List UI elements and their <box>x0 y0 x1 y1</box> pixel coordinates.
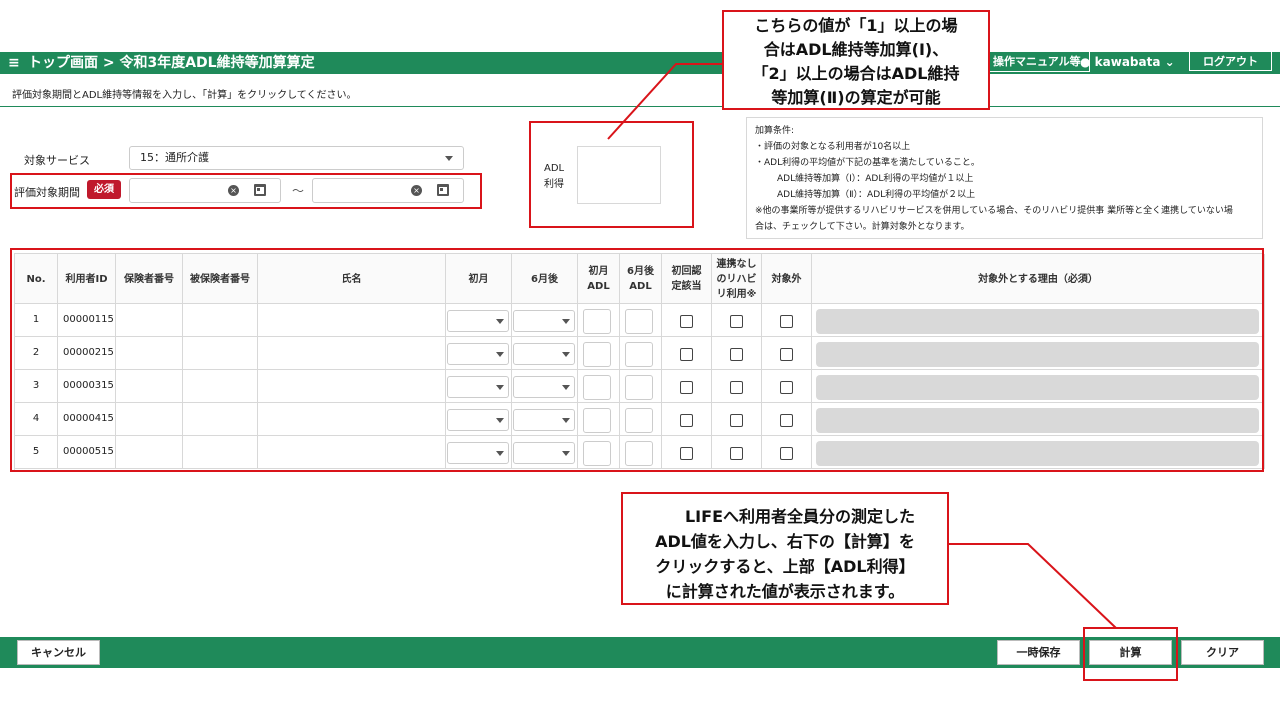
condition-line: ADL維持等加算（Ⅰ）：ADL利得の平均値が１以上 <box>777 174 974 184</box>
adl-gain-highlight <box>529 121 694 228</box>
condition-note: ※他の事業所等が提供するリハビリサービスを併用している場合、そのリハビリ提供事 … <box>755 206 1233 216</box>
table-highlight <box>10 248 1264 472</box>
callout-line: LIFEへ利用者全員分の測定した <box>684 507 915 526</box>
chevron-down-icon: ⌄ <box>1164 55 1175 69</box>
callout-line: 合はADL維持等加算(Ⅰ)、 <box>763 40 949 59</box>
callout-adl-gain: こちらの値が「1」以上の場 合はADL維持等加算(Ⅰ)、 「2」以上の場合はAD… <box>722 10 990 110</box>
user-name: kawabata <box>1094 55 1161 69</box>
condition-line: ・ADL利得の平均値が下記の基準を満たしていること。 <box>755 158 980 168</box>
period-highlight <box>10 173 482 209</box>
instruction-text: 評価対象期間とADL維持等情報を入力し、「計算」をクリックしてください。 <box>12 90 357 101</box>
user-icon: ● <box>1080 55 1091 69</box>
caret-down-icon <box>445 156 453 161</box>
condition-note: 合は、チェックして下さい。計算対象外となります。 <box>755 222 970 232</box>
leader-line-bottom <box>949 543 1117 629</box>
callout-line: 「2」以上の場合はADL維持 <box>752 64 960 83</box>
conditions-title: 加算条件: <box>755 126 795 136</box>
divider <box>0 106 1280 107</box>
header-bar: ≡ トップ画面 > 令和3年度ADL維持等加算算定 操作マニュアル等 ● kaw… <box>0 52 1280 74</box>
breadcrumb[interactable]: トップ画面 > 令和3年度ADL維持等加算算定 <box>28 52 315 74</box>
user-menu[interactable]: ● kawabata ⌄ <box>1080 52 1175 74</box>
temp-save-button[interactable]: 一時保存 <box>997 640 1080 665</box>
conditions-panel: 加算条件: ・評価の対象となる利用者が10名以上 ・ADL利得の平均値が下記の基… <box>746 117 1263 239</box>
callout-calc-instruction: LIFEへ利用者全員分の測定した ADL値を入力し、右下の【計算】を クリックす… <box>621 492 949 605</box>
callout-line: ADL値を入力し、右下の【計算】を <box>655 532 915 551</box>
cancel-button[interactable]: キャンセル <box>17 640 100 665</box>
callout-line: に計算された値が表示されます。 <box>665 582 905 601</box>
service-value: 15：通所介護 <box>140 151 209 164</box>
condition-line: ・評価の対象となる利用者が10名以上 <box>755 142 911 152</box>
calculate-highlight <box>1083 627 1178 681</box>
manual-button[interactable]: 操作マニュアル等 <box>984 52 1090 72</box>
callout-line: 等加算(Ⅱ)の算定が可能 <box>771 88 941 107</box>
service-label: 対象サービス <box>24 154 90 167</box>
service-select[interactable]: 15：通所介護 <box>129 146 464 170</box>
hamburger-menu-icon[interactable]: ≡ <box>8 52 20 74</box>
condition-line: ADL維持等加算（Ⅱ）：ADL利得の平均値が２以上 <box>777 190 976 200</box>
logout-button[interactable]: ログアウト <box>1189 52 1272 71</box>
clear-button[interactable]: クリア <box>1181 640 1264 665</box>
callout-line: クリックすると、上部【ADL利得】 <box>655 557 915 576</box>
callout-line: こちらの値が「1」以上の場 <box>754 16 958 35</box>
